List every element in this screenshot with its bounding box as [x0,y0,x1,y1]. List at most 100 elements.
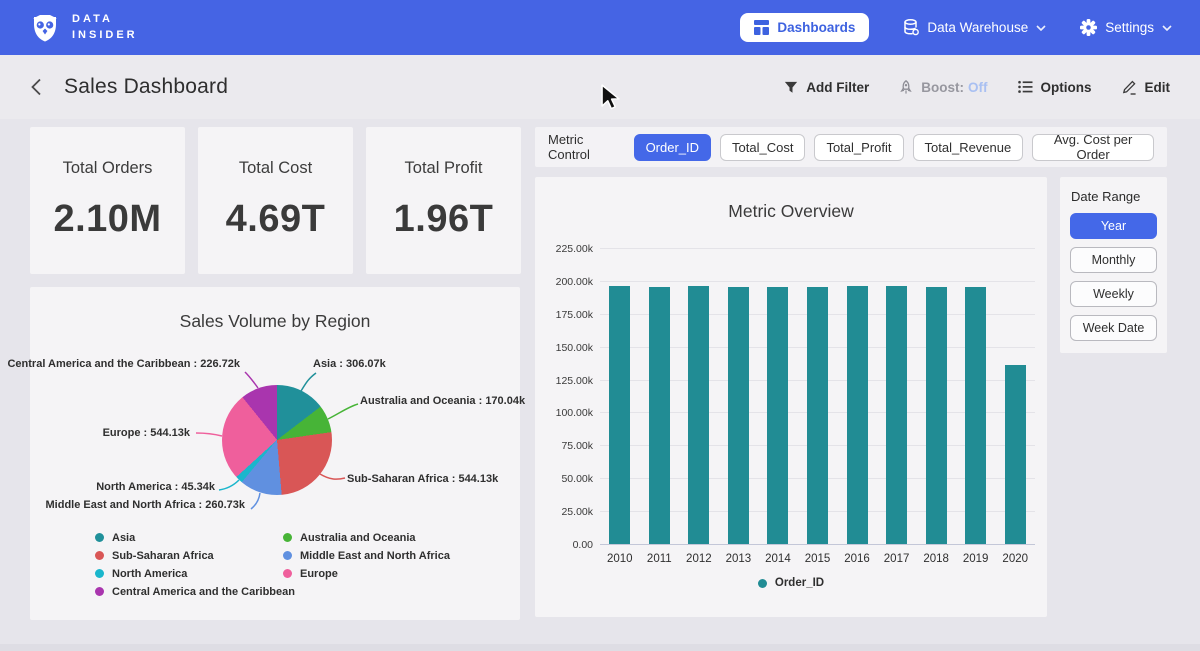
legend-dot [283,569,292,578]
bar-2014[interactable] [767,287,788,544]
bar-2015[interactable] [807,287,828,544]
bar-2020[interactable] [1005,365,1026,544]
x-axis-tick-label: 2020 [995,553,1035,565]
chevron-down-icon [1162,25,1172,31]
bar-chart-legend[interactable]: Order_ID [535,577,1047,589]
metric-chip-total-revenue[interactable]: Total_Revenue [913,134,1024,161]
bar-chart-x-axis: 2010201120122013201420152016201720182019… [600,553,1035,567]
date-range-week-date-button[interactable]: Week Date [1070,315,1157,341]
legend-dot [95,569,104,578]
metric-chip-total-cost[interactable]: Total_Cost [720,134,805,161]
legend-item-europe[interactable]: Europe [283,566,450,581]
bar-chart-card: Metric Overview 225.00k200.00k175.00k150… [535,177,1047,617]
pie-callout-north-america: North America : 45.34k [96,481,215,493]
nav-settings-menu[interactable]: Settings [1080,19,1172,36]
x-axis-tick-label: 2011 [640,553,680,565]
metric-chip-avg-cost-per-order[interactable]: Avg. Cost per Order [1032,134,1154,161]
add-filter-button[interactable]: Add Filter [784,80,869,95]
date-range-monthly-button[interactable]: Monthly [1070,247,1157,273]
bar-2010[interactable] [609,286,630,544]
kpi-value: 1.96T [366,198,521,241]
pie-chart-card: Sales Volume by Region Asia : 306.07k Au… [30,287,520,620]
back-button[interactable] [30,78,42,96]
brand-text: DATA INSIDER [72,12,138,44]
bar-2017[interactable] [886,286,907,544]
pie-chart-title: Sales Volume by Region [30,287,520,332]
legend-item-australia-oceania[interactable]: Australia and Oceania [283,530,450,545]
legend-item-central-america-caribbean[interactable]: Central America and the Caribbean [95,584,295,599]
gridline [600,281,1035,282]
y-axis-tick-label: 75.00k [543,440,593,452]
nav-data-warehouse-menu[interactable]: Data Warehouse [903,19,1046,36]
kpi-card-total-profit: Total Profit 1.96T [366,127,521,274]
boost-toggle[interactable]: Boost: Off [899,80,987,95]
database-icon [903,19,919,36]
pie-callout-australia-oceania: Australia and Oceania : 170.04k [360,395,525,407]
options-button[interactable]: Options [1018,80,1092,95]
pie-legend-column-2: Australia and Oceania Middle East and No… [283,530,450,584]
legend-label: Order_ID [775,577,824,589]
dashboards-grid-icon [754,20,769,35]
metric-chip-total-profit[interactable]: Total_Profit [814,134,903,161]
metric-control-bar: Metric Control Order_ID Total_Cost Total… [535,127,1167,167]
boost-value: Off [968,80,988,95]
options-label: Options [1041,80,1092,95]
legend-dot [758,579,767,588]
x-axis-tick-label: 2014 [758,553,798,565]
page-title: Sales Dashboard [64,75,228,99]
y-axis-tick-label: 225.00k [543,243,593,255]
bar-2012[interactable] [688,286,709,544]
y-axis-tick-label: 200.00k [543,276,593,288]
pie-callout-asia: Asia : 306.07k [313,358,386,370]
y-axis-tick-label: 175.00k [543,309,593,321]
filter-funnel-icon [784,81,798,94]
list-options-icon [1018,80,1033,94]
date-range-year-button[interactable]: Year [1070,213,1157,239]
nav-dashboards-button[interactable]: Dashboards [740,13,869,42]
date-range-weekly-button[interactable]: Weekly [1070,281,1157,307]
legend-item-north-america[interactable]: North America [95,566,295,581]
pie-callout-sub-saharan-africa: Sub-Saharan Africa : 544.13k [347,473,498,485]
x-axis-tick-label: 2010 [600,553,640,565]
bar-2018[interactable] [926,287,947,544]
dashboards-label: Dashboards [777,20,855,35]
x-axis-tick-label: 2015 [798,553,838,565]
owl-logo-icon [30,12,60,44]
data-warehouse-label: Data Warehouse [927,20,1028,35]
kpi-value: 4.69T [198,198,353,241]
chevron-down-icon [1036,25,1046,31]
date-range-panel: Date Range Year Monthly Weekly Week Date [1060,177,1167,353]
bar-2011[interactable] [649,287,670,544]
legend-dot [95,551,104,560]
chevron-left-icon [30,78,42,96]
bar-2016[interactable] [847,286,868,545]
legend-item-sub-saharan-africa[interactable]: Sub-Saharan Africa [95,548,295,563]
x-axis-tick-label: 2018 [916,553,956,565]
brand-logo[interactable]: DATA INSIDER [30,12,138,44]
settings-label: Settings [1105,20,1154,35]
kpi-label: Total Orders [30,159,185,178]
bar-chart-y-axis: 225.00k200.00k175.00k150.00k125.00k100.0… [543,248,593,544]
kpi-label: Total Profit [366,159,521,178]
x-axis-tick-label: 2012 [679,553,719,565]
pie-chart[interactable] [222,385,332,495]
top-navbar: DATA INSIDER Dashboards Data Warehouse [0,0,1200,55]
y-axis-tick-label: 125.00k [543,375,593,387]
y-axis-tick-label: 25.00k [543,506,593,518]
bottom-strip [0,644,1200,651]
legend-item-middle-east-north-africa[interactable]: Middle East and North Africa [283,548,450,563]
legend-dot [283,533,292,542]
x-axis-tick-label: 2019 [956,553,996,565]
bar-chart-title: Metric Overview [535,177,1047,222]
legend-item-asia[interactable]: Asia [95,530,295,545]
x-axis-tick-label: 2013 [719,553,759,565]
add-filter-label: Add Filter [806,80,869,95]
gridline [600,248,1035,249]
y-axis-tick-label: 100.00k [543,407,593,419]
legend-dot [283,551,292,560]
kpi-label: Total Cost [198,159,353,178]
metric-chip-order-id[interactable]: Order_ID [634,134,711,161]
edit-button[interactable]: Edit [1122,80,1171,95]
bar-2013[interactable] [728,287,749,544]
bar-2019[interactable] [965,287,986,544]
